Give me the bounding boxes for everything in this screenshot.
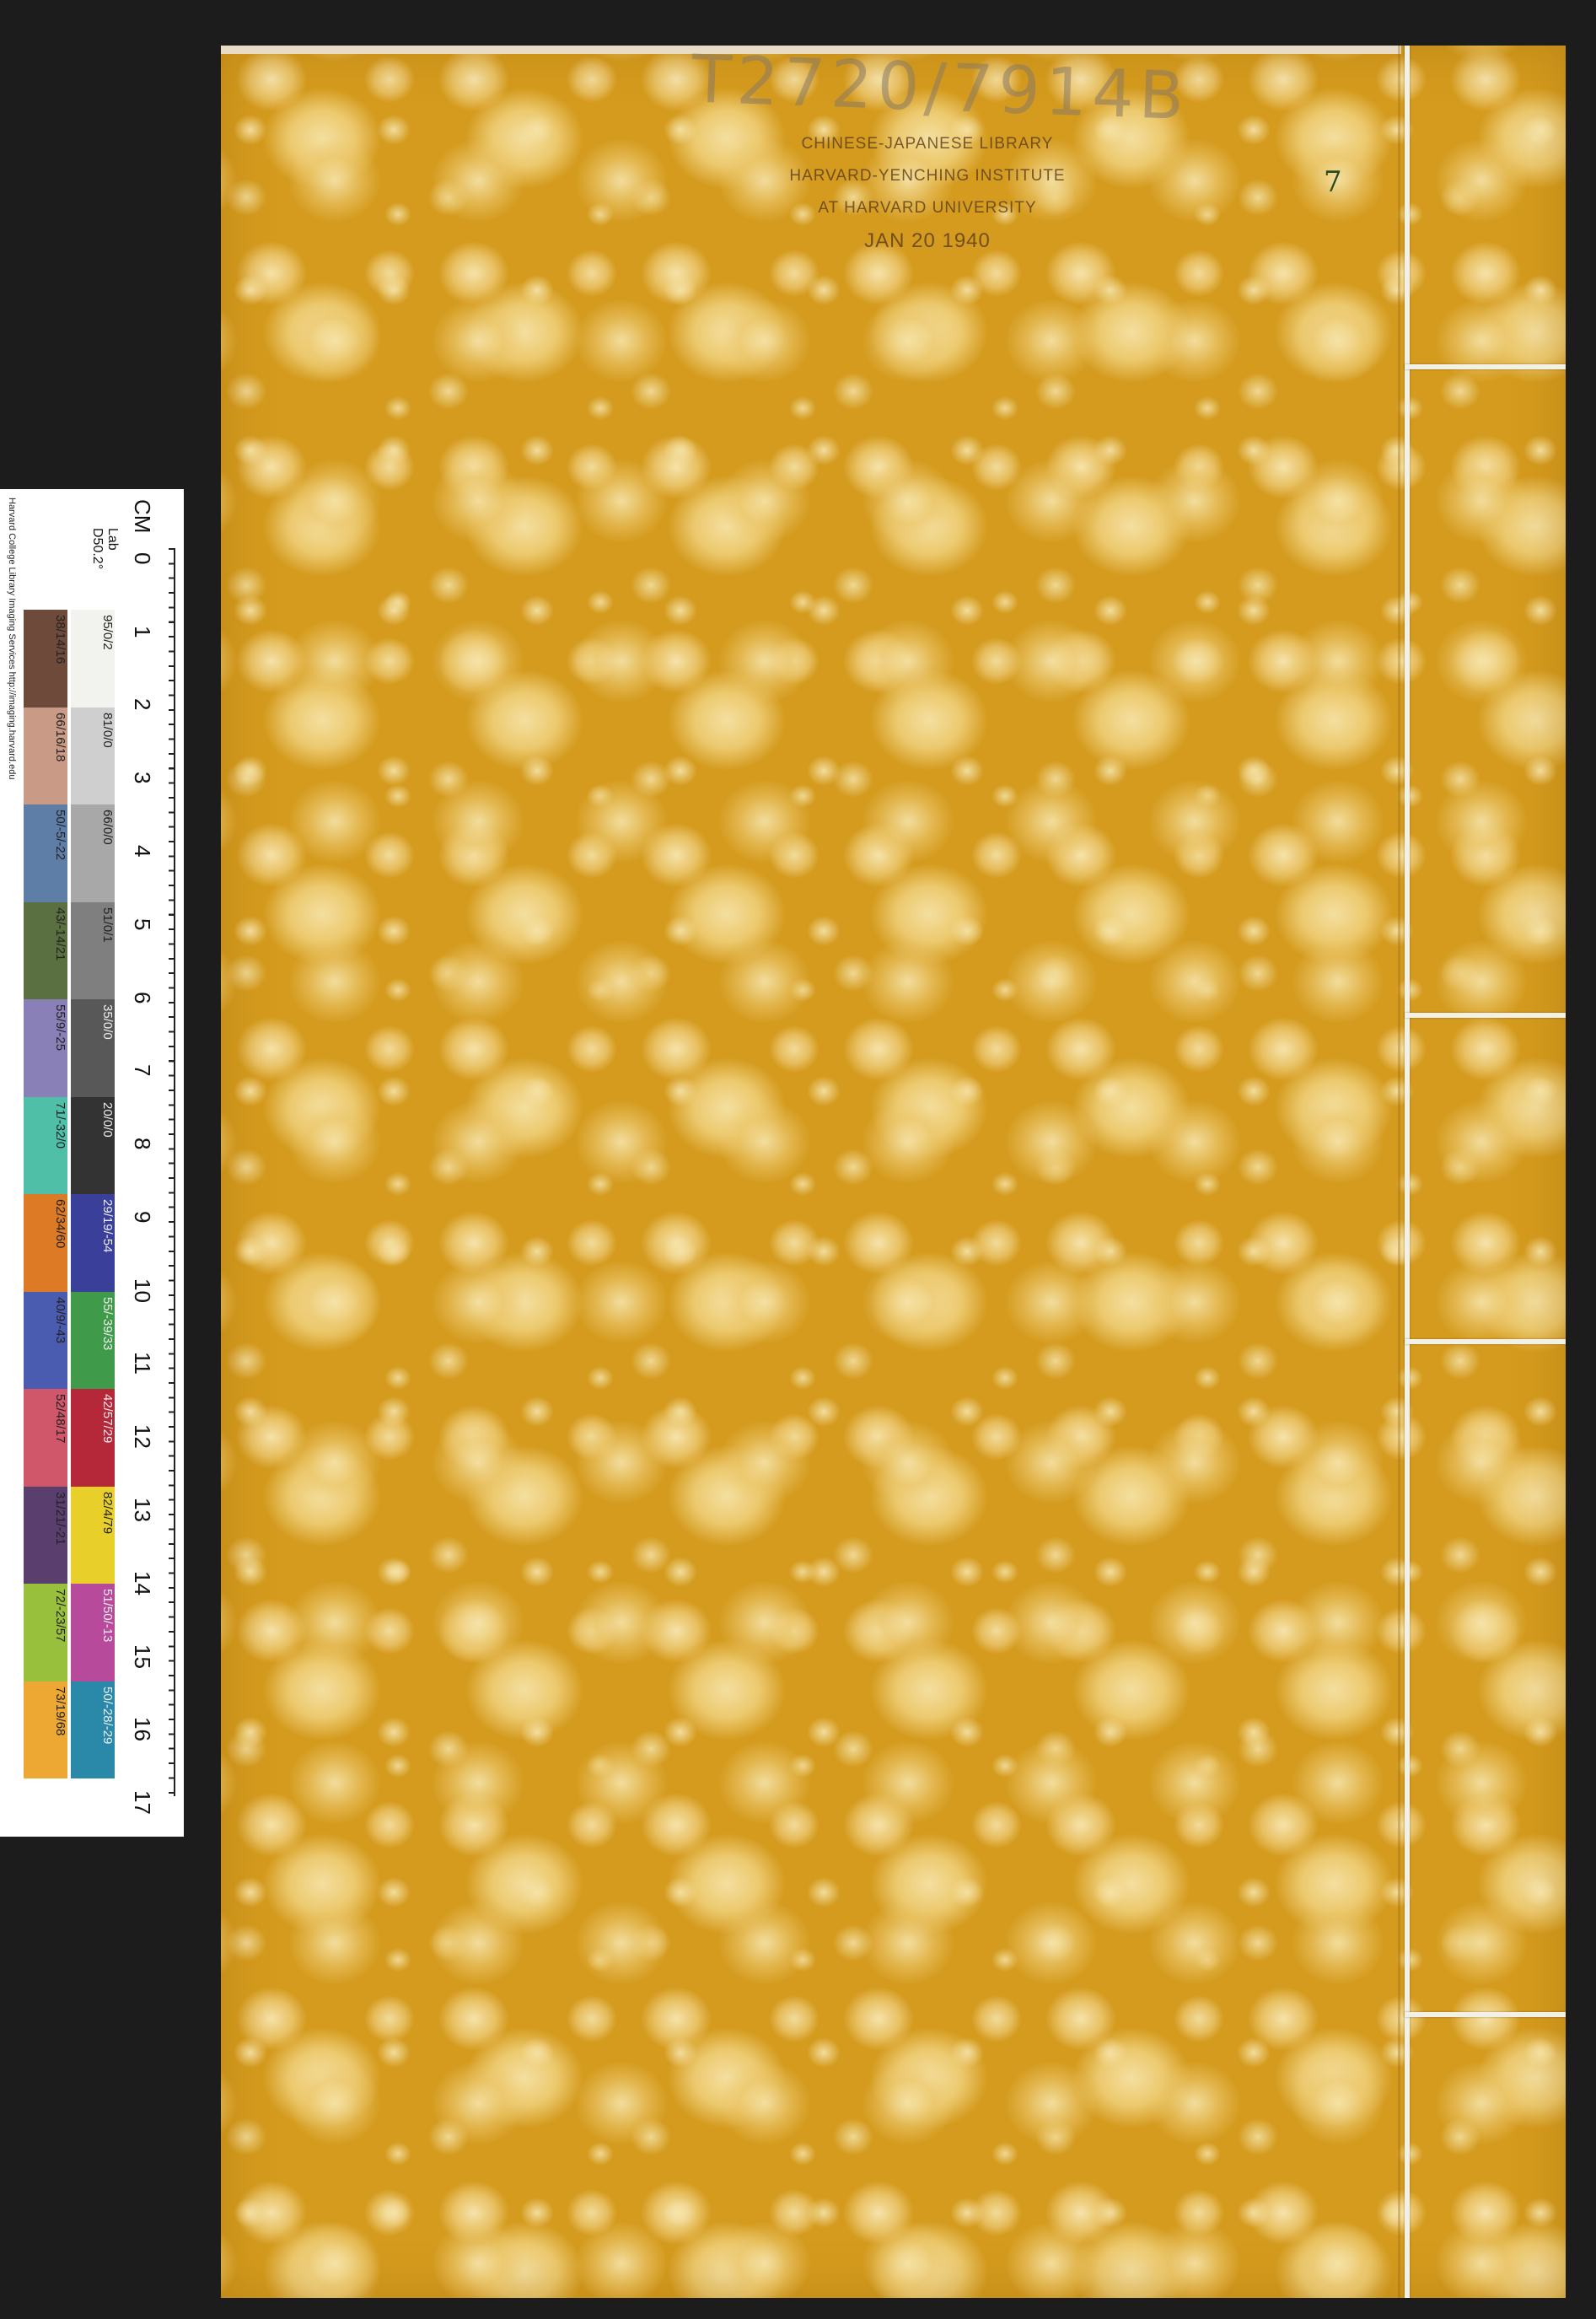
color-patch: 31/21/-21: [24, 1486, 67, 1584]
ruler-number: 4: [130, 844, 155, 858]
binding-thread: [1405, 46, 1410, 2298]
color-patch: 55/9/-25: [24, 999, 67, 1097]
ruler-illuminant: Lab D50.2°: [90, 528, 120, 570]
ruler-number: 5: [130, 917, 155, 931]
color-patch: 66/16/18: [24, 707, 67, 804]
ruler-number: 8: [130, 1138, 155, 1150]
ruler-number: 10: [130, 1278, 155, 1303]
color-patch: 38/14/16: [24, 610, 67, 708]
ruler-number: 6: [130, 991, 155, 1004]
color-patch: 43/-14/21: [24, 901, 67, 999]
gray-patch: 82/4/79: [71, 1486, 115, 1584]
gray-patch: 35/0/0: [71, 999, 115, 1097]
ruler-unit: CM: [130, 499, 155, 534]
binding-stitch: [1405, 1339, 1566, 1344]
stamp-line-3: AT HARVARD UNIVERSITY: [818, 199, 1037, 217]
ruler-number: 3: [130, 772, 155, 784]
ruler-ticks: [159, 548, 179, 1796]
color-patch: 52/48/17: [24, 1389, 67, 1487]
binding-stitch: [1405, 364, 1566, 369]
color-patch: 50/-5/-22: [24, 804, 67, 902]
gray-patch: 51/0/1: [71, 901, 115, 999]
color-patch: 40/9/-43: [24, 1291, 67, 1389]
ruler-number: 1: [130, 625, 155, 638]
gray-patch: 42/57/29: [71, 1389, 115, 1487]
ruler-number: 9: [130, 1210, 155, 1224]
gray-patch: 29/19/-54: [71, 1194, 115, 1292]
color-patch: 71/-32/0: [24, 1096, 67, 1194]
stamp-date: JAN 20 1940: [864, 229, 991, 252]
ruler-number: 11: [130, 1352, 155, 1375]
ruler-number: 2: [130, 698, 155, 711]
stamp-line-1: CHINESE-JAPANESE LIBRARY: [801, 135, 1054, 153]
color-patch: 72/-23/57: [24, 1584, 67, 1681]
ruler-number: 14: [130, 1570, 155, 1595]
ruler-number: 0: [130, 552, 155, 565]
color-patch: 62/34/60: [24, 1194, 67, 1292]
ruler-number: 17: [130, 1790, 155, 1816]
ruler-credit: Harvard College Library Imaging Services…: [7, 498, 17, 780]
gray-patch: 55/-39/33: [71, 1291, 115, 1389]
ruler-number: 15: [130, 1644, 155, 1669]
binding-stitch: [1405, 1013, 1566, 1018]
ruler-number: 16: [130, 1717, 155, 1742]
stamp-line-2: HARVARD-YENCHING INSTITUTE: [789, 167, 1066, 185]
marbled-book-cover: [221, 46, 1566, 2298]
binding-stitch: [1405, 2012, 1566, 2017]
ruler-number: 7: [130, 1064, 155, 1077]
gray-patch: 81/0/0: [71, 707, 115, 804]
gray-patch: 20/0/0: [71, 1096, 115, 1194]
gray-patch: 66/0/0: [71, 804, 115, 902]
ruler-number: 13: [130, 1497, 155, 1522]
color-patch: 73/19/68: [24, 1681, 67, 1778]
ruler-number: 12: [130, 1424, 155, 1450]
book-spine-fold: [1398, 46, 1568, 2298]
gray-patch: 50/-28/-29: [71, 1681, 115, 1778]
gray-patch: 51/50/-13: [71, 1584, 115, 1681]
margin-mark: 7: [1324, 165, 1342, 199]
marbled-pattern-layer: [221, 46, 1566, 2298]
gray-patch: 95/0/2: [71, 610, 115, 708]
